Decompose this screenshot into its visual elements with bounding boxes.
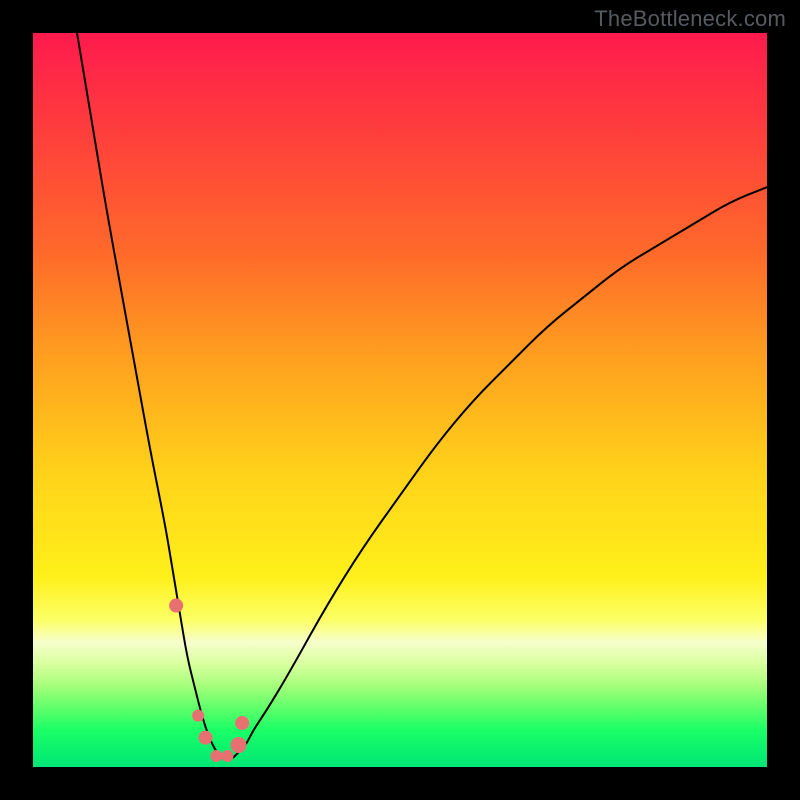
curve-marker (169, 599, 183, 613)
curve-marker (192, 710, 204, 722)
chart-frame: TheBottleneck.com (0, 0, 800, 800)
curve-marker (235, 716, 249, 730)
plot-area (33, 33, 767, 767)
watermark-text: TheBottleneck.com (594, 6, 786, 32)
curve-marker (222, 750, 234, 762)
curve-marker (211, 750, 223, 762)
curve-marker (231, 737, 247, 753)
curve-marker (198, 731, 212, 745)
bottleneck-curve (77, 33, 767, 760)
bottleneck-curve-svg (33, 33, 767, 767)
